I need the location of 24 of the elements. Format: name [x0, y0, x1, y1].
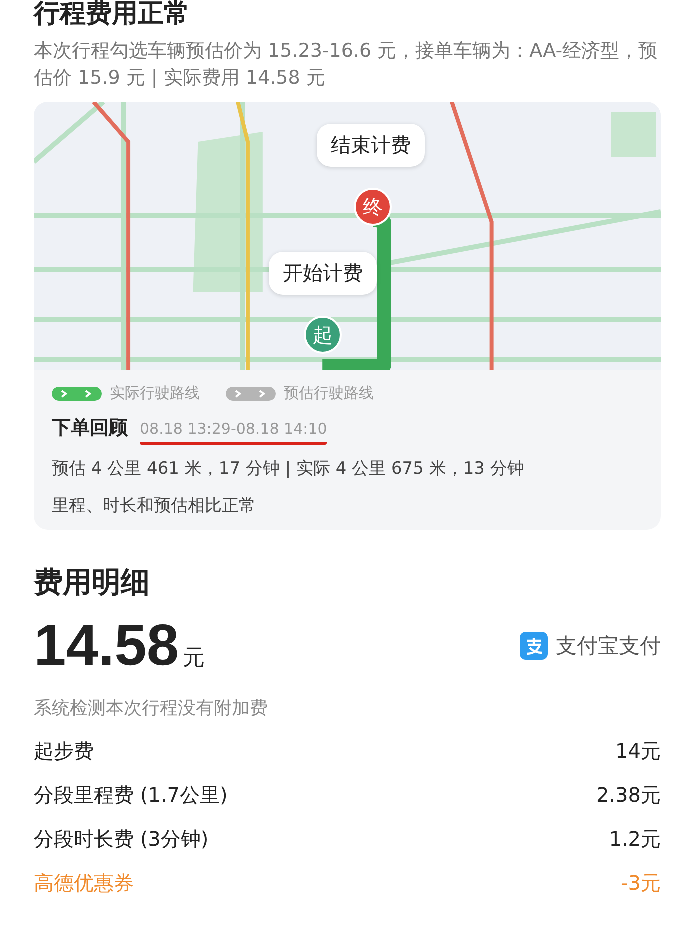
fee-amount: 14元 — [616, 738, 661, 764]
fee-label: 分段里程费 (1.7公里) — [34, 782, 228, 808]
section-title: 费用明细 — [34, 564, 151, 600]
fee-amount: 1.2元 — [609, 826, 661, 852]
trip-verdict: 里程、时长和预估相比正常 — [52, 495, 257, 518]
callout-label: 结束计费 — [317, 124, 425, 167]
total-fare: 14.58 — [34, 614, 180, 678]
page-title: 行程费用正常 — [34, 0, 191, 30]
legend-label: 预估行驶路线 — [284, 384, 374, 403]
fee-amount: -3元 — [621, 870, 661, 896]
surcharge-note: 系统检测本次行程没有附加费 — [34, 697, 269, 720]
fee-label: 分段时长费 (3分钟) — [34, 826, 209, 852]
legend-label: 实际行驶路线 — [110, 384, 200, 403]
trip-summary: 预估 4 公里 461 米，17 分钟 | 实际 4 公里 675 米，13 分钟 — [52, 458, 526, 481]
payment-method: 支付宝支付 — [556, 633, 661, 660]
time-range: 08.18 13:29-08.18 14:10 — [140, 420, 328, 445]
fee-label: 起步费 — [34, 738, 94, 764]
fee-amount: 2.38元 — [596, 782, 661, 808]
fare-description: 本次行程勾选车辆预估价为 15.23-16.6 元，接单车辆为：AA-经济型，预估价 15.9 元 | 实际费用 14.58 元 — [34, 39, 659, 91]
payment-app-icon — [520, 632, 548, 660]
currency-unit: 元 — [183, 645, 206, 673]
review-title: 下单回顾 — [52, 416, 128, 441]
fee-label: 高德优惠券 — [34, 870, 134, 896]
callout-label: 开始计费 — [269, 252, 377, 295]
